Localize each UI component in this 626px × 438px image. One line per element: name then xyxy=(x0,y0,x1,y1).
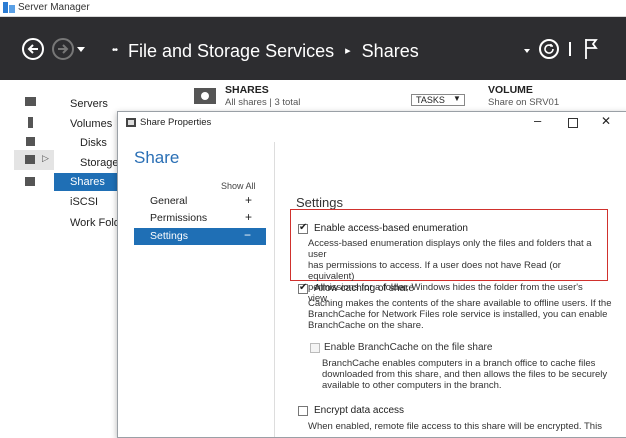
history-dropdown-icon[interactable] xyxy=(77,47,85,53)
branchcache-checkbox[interactable] xyxy=(310,343,320,353)
breadcrumb-current: Shares xyxy=(361,41,419,61)
nav-item-volumes[interactable]: Volumes xyxy=(70,118,112,130)
caching-desc-line: Caching makes the contents of the share … xyxy=(308,298,612,309)
caching-checkbox[interactable] xyxy=(298,282,308,294)
encrypt-label[interactable]: Encrypt data access xyxy=(314,405,404,416)
branchcache-description: BranchCache enables computers in a branc… xyxy=(322,358,618,391)
settings-heading: Settings xyxy=(296,195,343,210)
encrypt-desc-line: When enabled, remote file access to this… xyxy=(308,421,602,432)
branchcache-desc-line: downloaded from this share, and then all… xyxy=(322,369,608,380)
breadcrumb-arrows: •• xyxy=(112,45,118,56)
abe-checkbox[interactable] xyxy=(298,222,308,234)
file-storage-icon xyxy=(25,155,35,164)
refresh-icon xyxy=(544,44,554,54)
shares-count: All shares | 3 total xyxy=(225,97,301,108)
section-general-label: General xyxy=(150,195,188,207)
file-storage-nav-selected[interactable]: ▷ xyxy=(14,150,54,170)
expand-arrow-icon: ▷ xyxy=(42,153,49,163)
branchcache-label[interactable]: Enable BranchCache on the file share xyxy=(324,342,492,353)
expand-plus-icon: + xyxy=(245,210,253,224)
caching-label[interactable]: Allow caching of share xyxy=(314,283,414,294)
nav-item-storage[interactable]: Storage xyxy=(80,157,119,169)
tasks-dropdown[interactable]: TASKS ▼ xyxy=(411,94,465,106)
local-server-icon[interactable] xyxy=(28,117,33,128)
shares-title: SHARES xyxy=(225,84,269,96)
dashboard-icon[interactable] xyxy=(25,97,36,106)
abe-desc-line: has permissions to access. If a user doe… xyxy=(308,260,561,282)
abe-desc-line: Access-based enumeration displays only t… xyxy=(308,238,592,260)
volume-sub: Share on SRV01 xyxy=(488,97,560,108)
encrypt-checkbox[interactable] xyxy=(298,406,308,416)
forward-button[interactable] xyxy=(52,38,74,60)
nav-list: Servers Volumes Disks Storage xyxy=(54,80,119,436)
left-icon-sidebar: ▷ xyxy=(0,80,55,436)
branchcache-desc-line: available to other computers in the bran… xyxy=(322,380,502,391)
refresh-dropdown-icon[interactable] xyxy=(524,49,532,55)
caching-desc-line: BranchCache on the share. xyxy=(308,320,424,331)
iis-icon[interactable] xyxy=(25,177,35,186)
breadcrumb: File and Storage Services ▸ Shares xyxy=(128,41,419,62)
flag-notifications-icon[interactable] xyxy=(584,39,598,59)
dialog-heading: Share xyxy=(134,148,180,167)
section-permissions-label: Permissions xyxy=(150,212,208,224)
breadcrumb-separator-icon: ▸ xyxy=(345,45,351,57)
branchcache-desc-line: BranchCache enables computers in a branc… xyxy=(322,358,596,369)
nav-item-shares-selected[interactable]: Shares xyxy=(54,173,118,191)
dialog-app-icon xyxy=(126,118,136,127)
abe-label[interactable]: Enable access-based enumeration xyxy=(314,223,468,234)
section-settings-selected[interactable]: Settings − xyxy=(134,228,266,245)
expand-plus-icon: + xyxy=(245,193,253,207)
header-bar: •• File and Storage Services ▸ Shares xyxy=(0,17,626,80)
tasks-label: TASKS xyxy=(416,95,445,105)
show-all-link[interactable]: Show All xyxy=(221,181,256,191)
caching-desc-line: BranchCache for Network Files role servi… xyxy=(308,309,608,320)
nav-item-work-folders[interactable]: Work Fold xyxy=(70,217,120,229)
maximize-button[interactable] xyxy=(568,118,578,128)
nav-item-iscsi[interactable]: iSCSI xyxy=(70,196,98,208)
arrow-right-icon xyxy=(58,44,69,54)
all-servers-icon[interactable] xyxy=(26,137,35,146)
nav-item-servers[interactable]: Servers xyxy=(70,98,108,110)
nav-item-disks[interactable]: Disks xyxy=(80,137,107,149)
encrypt-description: When enabled, remote file access to this… xyxy=(308,421,618,432)
dialog-divider xyxy=(274,142,275,437)
window-title-bar: Server Manager xyxy=(0,0,626,17)
minimize-button[interactable]: – xyxy=(534,113,541,128)
section-settings-label: Settings xyxy=(150,230,188,242)
abe-description: Access-based enumeration displays only t… xyxy=(308,238,604,304)
collapse-minus-icon: − xyxy=(244,228,252,242)
refresh-button[interactable] xyxy=(539,39,559,59)
chevron-down-icon: ▼ xyxy=(453,94,461,103)
server-manager-icon xyxy=(3,2,15,13)
section-general[interactable]: General + xyxy=(134,193,266,209)
volume-title: VOLUME xyxy=(488,84,533,96)
section-permissions[interactable]: Permissions + xyxy=(134,210,266,226)
share-properties-dialog: Share Properties – ✕ Share Show All Gene… xyxy=(117,111,626,438)
back-button[interactable] xyxy=(22,38,44,60)
header-divider xyxy=(569,42,571,56)
caching-description: Caching makes the contents of the share … xyxy=(308,298,618,331)
breadcrumb-parent[interactable]: File and Storage Services xyxy=(128,41,334,61)
shares-icon xyxy=(194,88,216,104)
arrow-left-icon xyxy=(27,44,38,54)
window-title: Server Manager xyxy=(18,2,90,13)
dialog-title: Share Properties xyxy=(140,117,212,128)
nav-item-shares: Shares xyxy=(70,176,105,188)
close-button[interactable]: ✕ xyxy=(601,114,611,128)
